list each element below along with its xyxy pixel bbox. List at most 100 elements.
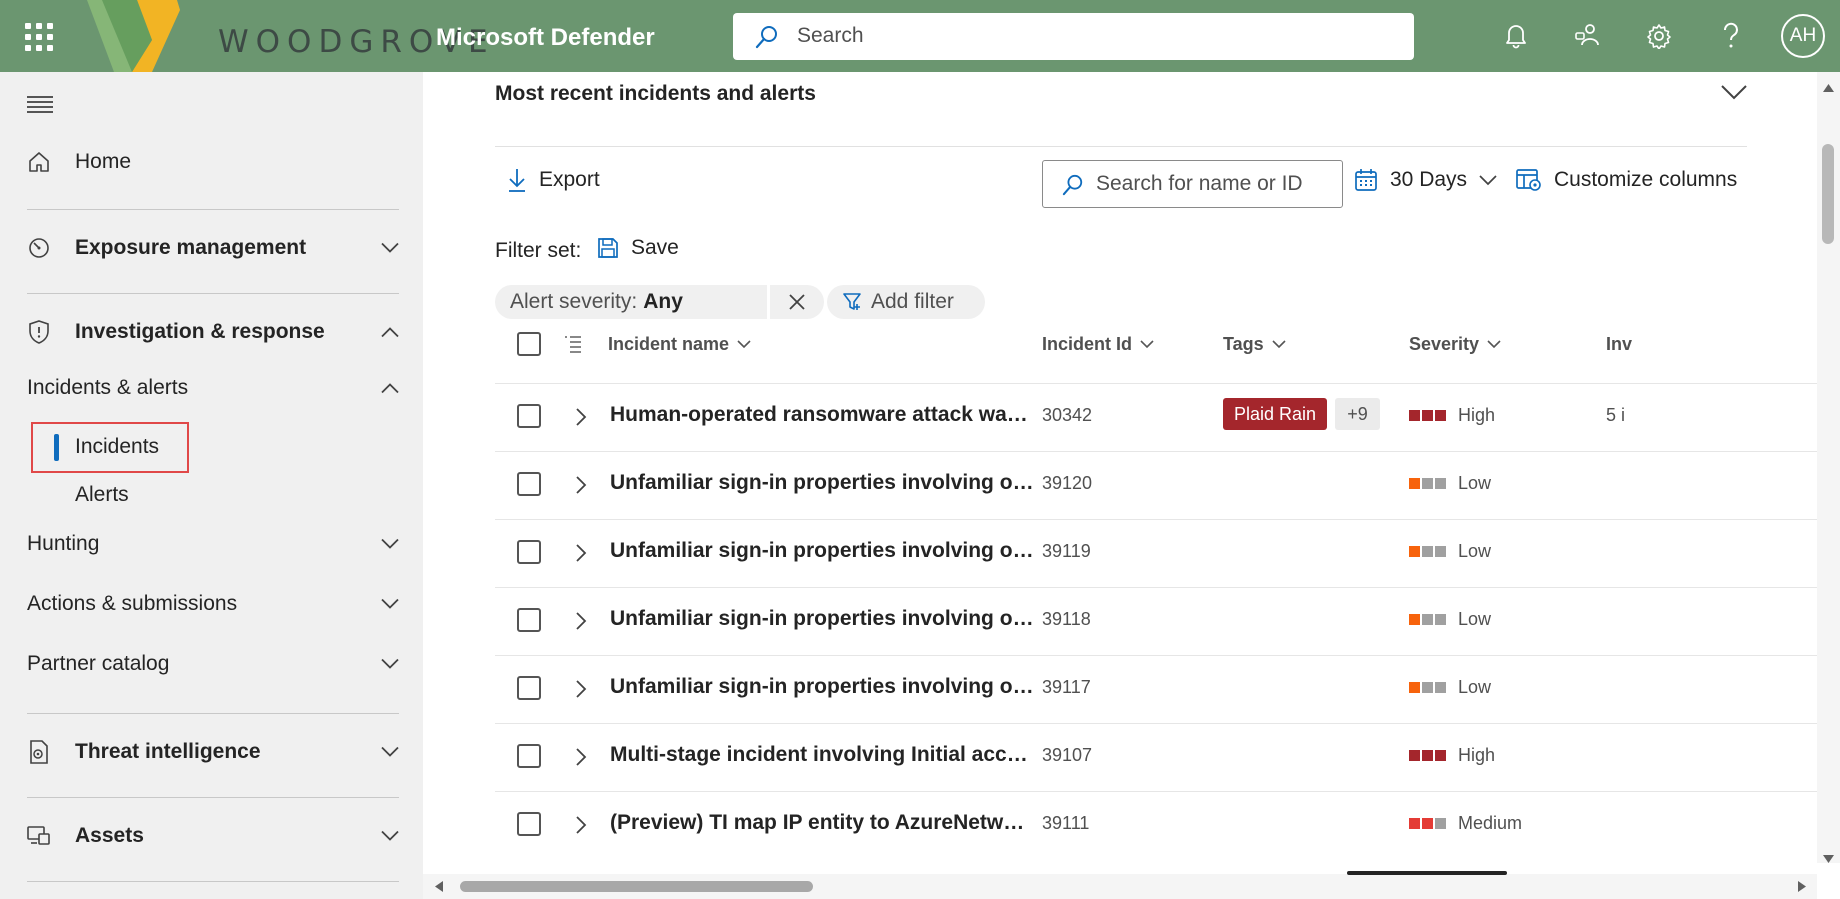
save-filter-button[interactable]: Save [597,236,679,260]
severity-indicator: Medium [1409,813,1522,834]
row-checkbox[interactable] [517,676,541,700]
expand-chevron-right-icon[interactable] [575,679,587,699]
column-header-incident-id[interactable]: Incident Id [1042,334,1154,355]
chevron-down-icon [381,242,399,253]
nav-item-threat-intelligence[interactable]: Threat intelligence [27,740,399,764]
vertical-scroll-thumb[interactable] [1822,144,1834,244]
incident-name[interactable]: (Preview) TI map IP entity to AzureNetwo… [610,811,1035,835]
table-row[interactable]: Multi-stage incident involving Initial a… [495,723,1840,791]
nav-item-actions-submissions[interactable]: Actions & submissions [27,592,399,616]
row-checkbox[interactable] [517,540,541,564]
incident-name[interactable]: Multi-stage incident involving Initial a… [610,743,1035,767]
row-checkbox[interactable] [517,404,541,428]
expand-chevron-right-icon[interactable] [575,815,587,835]
global-search-input[interactable] [797,23,1377,49]
incident-tag[interactable]: Plaid Rain [1223,398,1328,430]
nav-item-label: Exposure management [75,236,307,259]
incident-id: 39119 [1042,541,1091,561]
sort-chevron-down-icon [1140,340,1154,349]
select-all-checkbox[interactable] [517,332,541,356]
table-row[interactable]: Unfamiliar sign-in properties involving … [495,587,1840,655]
expand-chevron-right-icon[interactable] [575,407,587,427]
row-checkbox[interactable] [517,608,541,632]
incident-name[interactable]: Unfamiliar sign-in properties involving … [610,675,1035,699]
incident-search-box[interactable] [1042,160,1343,208]
incident-name[interactable]: Unfamiliar sign-in properties involving … [610,471,1035,495]
nav-item-investigation-response[interactable]: Investigation & response [27,320,399,344]
incident-name[interactable]: Unfamiliar sign-in properties involving … [610,607,1035,631]
more-tags-badge[interactable]: +9 [1335,398,1380,430]
brand-logo[interactable]: WOODGROVE [82,0,488,72]
chevron-down-icon [381,746,399,757]
nav-item-label: Investigation & response [75,320,325,343]
incident-search-input[interactable] [1096,171,1331,197]
customize-columns-icon [1516,169,1541,191]
severity-indicator: Low [1409,473,1491,494]
chevron-down-icon [381,658,399,669]
chevron-up-icon [381,383,399,394]
table-row[interactable]: Unfamiliar sign-in properties involving … [495,519,1840,587]
table-row[interactable]: Unfamiliar sign-in properties involving … [495,451,1840,519]
notifications-bell-icon[interactable] [1500,20,1532,52]
nav-item-assets[interactable]: Assets [27,824,399,848]
nav-divider [27,293,399,294]
row-checkbox[interactable] [517,744,541,768]
settings-gear-icon[interactable] [1643,20,1675,52]
column-header-investigation[interactable]: Inv [1606,334,1632,355]
filter-chip-value: Any [643,290,683,313]
time-range-dropdown[interactable]: 30 Days [1354,168,1497,192]
user-avatar[interactable]: AH [1781,14,1825,58]
export-button[interactable]: Export [507,168,600,192]
collapse-section-chevron-icon[interactable] [1721,84,1747,100]
column-header-severity[interactable]: Severity [1409,334,1501,355]
app-launcher-icon[interactable] [22,20,54,52]
incident-name[interactable]: Unfamiliar sign-in properties involving … [610,539,1035,563]
assets-icon [27,824,51,848]
expand-chevron-right-icon[interactable] [575,475,587,495]
scroll-left-arrow-icon[interactable] [435,881,443,892]
nav-item-label: Home [75,150,132,173]
product-name[interactable]: Microsoft Defender [436,24,655,52]
row-checkbox[interactable] [517,812,541,836]
column-header-incident-name[interactable]: Incident name [608,334,751,355]
add-filter-button[interactable]: Add filter [827,285,985,319]
nav-divider [27,713,399,714]
incident-name[interactable]: Human-operated ransomware attack was lau… [610,403,1035,427]
horizontal-scrollbar[interactable] [423,874,1817,899]
nav-item-hunting[interactable]: Hunting [27,532,399,556]
global-search[interactable] [733,13,1414,60]
remove-filter-button[interactable] [770,285,824,319]
vertical-scrollbar[interactable] [1817,72,1840,863]
scroll-right-arrow-icon[interactable] [1798,881,1806,892]
search-icon [1062,174,1083,196]
nav-item-exposure-management[interactable]: Exposure management [27,236,399,260]
horizontal-scroll-thumb[interactable] [460,881,813,892]
table-row[interactable]: Human-operated ransomware attack was lau… [495,383,1840,451]
customize-columns-button[interactable]: Customize columns [1516,168,1737,192]
sort-chevron-down-icon [1272,340,1286,349]
nav-item-partner-catalog[interactable]: Partner catalog [27,652,399,676]
expand-chevron-right-icon[interactable] [575,611,587,631]
home-icon [27,150,51,174]
group-by-list-icon[interactable] [563,334,583,354]
sort-chevron-down-icon [1487,340,1501,349]
filter-set-label: Filter set: [495,239,582,262]
community-feedback-icon[interactable] [1572,20,1604,52]
export-label: Export [539,168,600,191]
scroll-down-arrow-icon[interactable] [1823,855,1834,863]
nav-item-incidents[interactable]: Incidents [75,435,159,459]
nav-item-home[interactable]: Home [27,150,399,174]
help-question-icon[interactable] [1715,20,1747,52]
expand-chevron-right-icon[interactable] [575,747,587,767]
table-row[interactable]: (Preview) TI map IP entity to AzureNetwo… [495,791,1840,859]
column-header-tags[interactable]: Tags [1223,334,1286,355]
table-row[interactable]: Unfamiliar sign-in properties involving … [495,655,1840,723]
expand-chevron-right-icon[interactable] [575,543,587,563]
sort-chevron-down-icon [737,340,751,349]
nav-item-alerts[interactable]: Alerts [75,483,129,507]
row-checkbox[interactable] [517,472,541,496]
scroll-up-arrow-icon[interactable] [1823,84,1834,92]
collapse-nav-hamburger-icon[interactable] [27,96,53,113]
severity-filter-chip[interactable]: Alert severity: Any [495,285,767,319]
nav-item-incidents-alerts[interactable]: Incidents & alerts [27,376,399,400]
